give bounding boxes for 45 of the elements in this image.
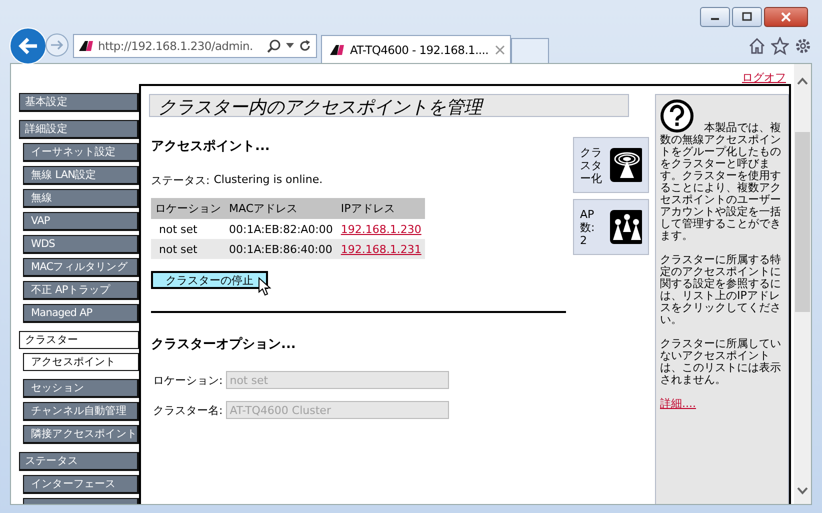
help-text: クラスターに所属する特定のアクセスポイントに関する設定を参照するには、リスト上のIPアドレスをクリックしてください。	[660, 254, 782, 326]
table-cell: not set	[151, 239, 225, 259]
sidebar-item[interactable]: VAP	[23, 212, 139, 231]
card-label: クラスター化	[580, 146, 602, 184]
details-link[interactable]: 詳細....	[660, 397, 696, 410]
section-heading: クラスターオプション...	[151, 336, 297, 353]
tab-title: AT-TQ4600 - 192.168.1....	[350, 42, 488, 56]
status-label: ステータス:	[151, 173, 210, 188]
column-header: ロケーション	[151, 198, 225, 219]
table-cell: 00:1A:EB:82:A0:00	[225, 219, 337, 239]
sidebar-item[interactable]: 不正 APトラップ	[23, 281, 139, 300]
address-bar[interactable]: http://192.168.1.230/admin.	[73, 34, 317, 58]
stop-cluster-button[interactable]: クラスターの停止	[151, 271, 268, 289]
sidebar-item[interactable]: インターフェース	[23, 475, 139, 494]
sidebar-item[interactable]: 隣接アクセスポイント	[23, 425, 139, 444]
sidebar-item[interactable]: アクセスポイント	[23, 353, 139, 371]
sidebar-item[interactable]: チャンネル自動管理	[23, 402, 139, 421]
help-text: クラスターに所属していないアクセスポイントは、このリストには表示されません。	[660, 338, 782, 386]
status-text: Clustering is online.	[214, 173, 323, 188]
ip-link[interactable]: 192.168.1.230	[340, 222, 422, 236]
sidebar-item[interactable]: 詳細設定	[19, 120, 139, 139]
table-cell: 00:1A:EB:86:40:00	[225, 239, 337, 259]
field-label: ロケーション:	[153, 372, 223, 388]
sidebar-item[interactable]: ステータス	[19, 452, 139, 471]
table-cell: not set	[151, 219, 225, 239]
sidebar-item[interactable]: 基本設定	[19, 93, 139, 112]
sidebar-item[interactable]: 無線	[23, 189, 139, 208]
column-header: MACアドレス	[225, 198, 337, 219]
ap-count: 2	[580, 234, 588, 246]
page-title: クラスター内のアクセスポイントを管理	[149, 94, 629, 117]
column-header: IPアドレス	[336, 198, 426, 219]
help-text: 本製品では、複数の無線アクセスポイントをグループ化したものをクラスターと呼びます。クラスターを使用することにより、複数アクセスポイントのユーザーアカウントや設定を一括して管理することができます。	[660, 122, 782, 242]
sidebar-item[interactable]: Managed AP	[23, 304, 139, 323]
card-label: AP数:	[580, 208, 596, 234]
url-text: http://192.168.1.230/admin.	[98, 39, 254, 53]
field-label: クラスター名:	[153, 402, 223, 418]
section-heading: アクセスポイント...	[151, 138, 271, 155]
sidebar-item[interactable]: セッション	[23, 379, 139, 398]
sidebar-item[interactable]: MACフィルタリング	[23, 258, 139, 277]
logoff-link[interactable]: ログオフ	[742, 70, 786, 84]
sidebar-item[interactable]: 無線 LAN設定	[23, 166, 139, 185]
sidebar-item[interactable]: WDS	[23, 235, 139, 254]
sidebar-item[interactable]: クラスター	[19, 331, 139, 349]
browser-tab[interactable]: AT-TQ4600 - 192.168.1....	[321, 35, 511, 63]
sidebar-item[interactable]: イーサネット設定	[23, 143, 139, 162]
